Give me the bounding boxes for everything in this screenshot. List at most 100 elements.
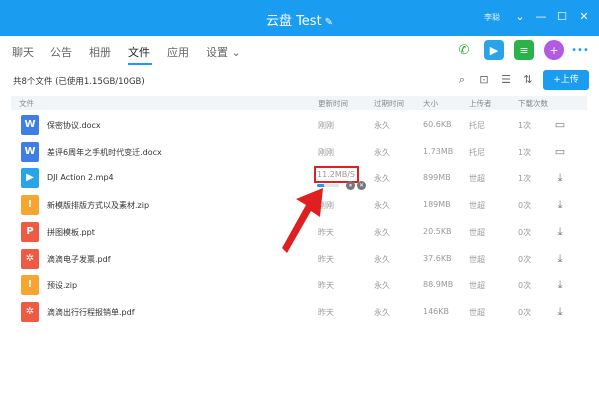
cancel-upload-button[interactable]: ✕ xyxy=(357,181,366,190)
pause-upload-button[interactable]: ⏸ xyxy=(346,181,355,190)
close-button[interactable]: ✕ xyxy=(575,8,593,26)
window-title-text: 云盘 Test xyxy=(265,14,322,29)
zip-file-icon: ! xyxy=(21,195,39,216)
download-icon[interactable]: ⤓ xyxy=(553,252,567,266)
file-size: 1.73MB xyxy=(423,146,454,156)
tab-album[interactable]: 相册 xyxy=(89,44,111,60)
file-name[interactable]: DJI Action 2.mp4 xyxy=(47,173,114,182)
uploader-name: 世超 xyxy=(469,307,485,317)
file-name[interactable]: 滴滴电子发票.pdf xyxy=(47,254,111,265)
tab-chat[interactable]: 聊天 xyxy=(12,44,34,60)
folder-icon[interactable]: ▭ xyxy=(553,118,567,132)
search-icon[interactable]: ⌕ xyxy=(455,73,469,87)
download-icon[interactable]: ⤓ xyxy=(553,171,567,185)
uploader-name: 托尼 xyxy=(469,121,485,130)
header-downloads[interactable]: 下载次数 xyxy=(518,98,548,109)
updated-time: 昨天 xyxy=(318,307,334,317)
file-size: 189MB xyxy=(423,200,451,210)
header-updated[interactable]: 更新时间 xyxy=(318,98,348,109)
download-icon[interactable]: ⤓ xyxy=(553,225,567,239)
word-file-icon: W xyxy=(21,115,39,135)
file-name[interactable]: 预设.zip xyxy=(47,280,77,291)
file-size: 20.5KB xyxy=(423,226,452,236)
table-row[interactable]: ! 新模版排版方式以及素材.zip 刚刚 永久 189MB 世超 0次 ⤓ xyxy=(11,192,587,218)
download-icon[interactable]: ⤓ xyxy=(553,198,567,212)
expire-time: 永久 xyxy=(374,174,390,184)
table-row[interactable]: ✲ 滴滴电子发票.pdf 昨天 永久 37.6KB 世超 0次 ⤓ xyxy=(11,246,587,272)
expire-time: 永久 xyxy=(374,281,390,291)
table-row[interactable]: ✲ 滴滴出行行程报销单.pdf 昨天 永久 146KB 世超 0次 ⤓ xyxy=(11,299,587,325)
download-count: 0次 xyxy=(518,227,532,237)
file-size: 60.6KB xyxy=(423,120,452,129)
updated-time: 刚刚 xyxy=(318,201,334,211)
download-count: 0次 xyxy=(518,307,532,317)
download-count: 0次 xyxy=(518,254,532,264)
minimize-button[interactable]: — xyxy=(532,8,550,26)
download-count: 0次 xyxy=(518,281,532,291)
upload-progress-bar xyxy=(317,184,339,187)
folder-icon[interactable]: ▭ xyxy=(553,145,567,159)
upload-progress-fill xyxy=(317,184,324,187)
table-row[interactable]: W 差评6周年之手机时代变迁.docx 刚刚 永久 1.73MB 托尼 1次 ▭ xyxy=(11,139,587,165)
table-row[interactable]: W 保密协议.docx 刚刚 永久 60.6KB 托尼 1次 ▭ xyxy=(11,112,587,138)
expire-time: 永久 xyxy=(374,307,390,317)
uploader-name: 世超 xyxy=(469,174,485,184)
video-call-icon[interactable]: ▶ xyxy=(484,40,504,60)
uploader-name: 世超 xyxy=(469,201,485,211)
header-size[interactable]: 大小 xyxy=(423,98,438,109)
window-title: 云盘 Test ✎ xyxy=(0,10,599,29)
tab-announcement[interactable]: 公告 xyxy=(50,44,72,60)
download-count: 1次 xyxy=(518,121,532,130)
tab-settings[interactable]: 设置 ⌄ xyxy=(206,44,241,60)
file-name[interactable]: 差评6周年之手机时代变迁.docx xyxy=(47,147,162,158)
notes-icon[interactable]: ≡ xyxy=(514,40,534,60)
header-file[interactable]: 文件 xyxy=(19,98,34,109)
file-size: 899MB xyxy=(423,173,451,183)
expire-time: 永久 xyxy=(374,254,390,264)
apps-icon[interactable]: + xyxy=(544,40,564,60)
file-name[interactable]: 保密协议.docx xyxy=(47,120,101,131)
updated-time: 刚刚 xyxy=(318,121,334,130)
header-uploader[interactable]: 上传者 xyxy=(469,98,492,109)
expire-time: 永久 xyxy=(374,147,390,157)
expire-time: 永久 xyxy=(374,121,390,130)
list-view-icon[interactable]: ☰ xyxy=(499,73,513,87)
dropdown-icon[interactable]: ⌄ xyxy=(511,8,529,26)
edit-title-icon[interactable]: ✎ xyxy=(325,17,333,28)
uploader-name: 世超 xyxy=(469,281,485,291)
zip-file-icon: ! xyxy=(21,275,39,296)
table-row[interactable]: ▶ DJI Action 2.mp4 永久 899MB 世超 1次 ⤓ xyxy=(11,165,587,191)
active-tab-indicator xyxy=(128,63,152,65)
download-icon[interactable]: ⤓ xyxy=(553,305,567,319)
user-name: 李聪 xyxy=(484,13,500,22)
download-count: 0次 xyxy=(518,201,532,211)
table-header: 文件 更新时间 过期时间 大小 上传者 下载次数 xyxy=(11,96,587,110)
file-name[interactable]: 新模版排版方式以及素材.zip xyxy=(47,200,149,211)
title-bar: 云盘 Test ✎ 李聪 ⌄ — ☐ ✕ xyxy=(0,0,599,36)
download-icon[interactable]: ⤓ xyxy=(553,278,567,292)
table-row[interactable]: ! 预设.zip 昨天 永久 88.9MB 世超 0次 ⤓ xyxy=(11,272,587,298)
table-row[interactable]: P 拼图模板.ppt 昨天 永久 20.5KB 世超 0次 ⤓ xyxy=(11,219,587,245)
expire-time: 永久 xyxy=(374,201,390,211)
ppt-file-icon: P xyxy=(21,221,39,242)
inbox-icon[interactable]: ⊡ xyxy=(477,73,491,87)
tab-files[interactable]: 文件 xyxy=(128,44,150,60)
sort-icon[interactable]: ⇅ xyxy=(521,73,535,87)
download-count: 1次 xyxy=(518,147,532,157)
uploader-name: 托尼 xyxy=(469,147,485,157)
file-name[interactable]: 滴滴出行行程报销单.pdf xyxy=(47,307,135,318)
file-size: 146KB xyxy=(423,306,450,316)
file-name[interactable]: 拼图模板.ppt xyxy=(47,227,95,238)
more-icon[interactable]: ••• xyxy=(569,40,591,60)
file-count: 共8个文件 (已使用1.15GB/10GB) xyxy=(13,77,145,87)
video-file-icon: ▶ xyxy=(21,168,39,189)
uploader-name: 世超 xyxy=(469,227,485,237)
phone-icon[interactable]: ✆ xyxy=(454,40,474,60)
upload-speed: 11.2MB/S xyxy=(317,170,355,179)
upload-button[interactable]: +上传 xyxy=(543,70,589,90)
file-size: 37.6KB xyxy=(423,253,452,263)
header-expires[interactable]: 过期时间 xyxy=(374,98,404,109)
maximize-button[interactable]: ☐ xyxy=(553,8,571,26)
tab-apps[interactable]: 应用 xyxy=(167,44,189,60)
file-toolbar: 共8个文件 (已使用1.15GB/10GB) ⌕ ⊡ ☰ ⇅ xyxy=(0,68,599,92)
